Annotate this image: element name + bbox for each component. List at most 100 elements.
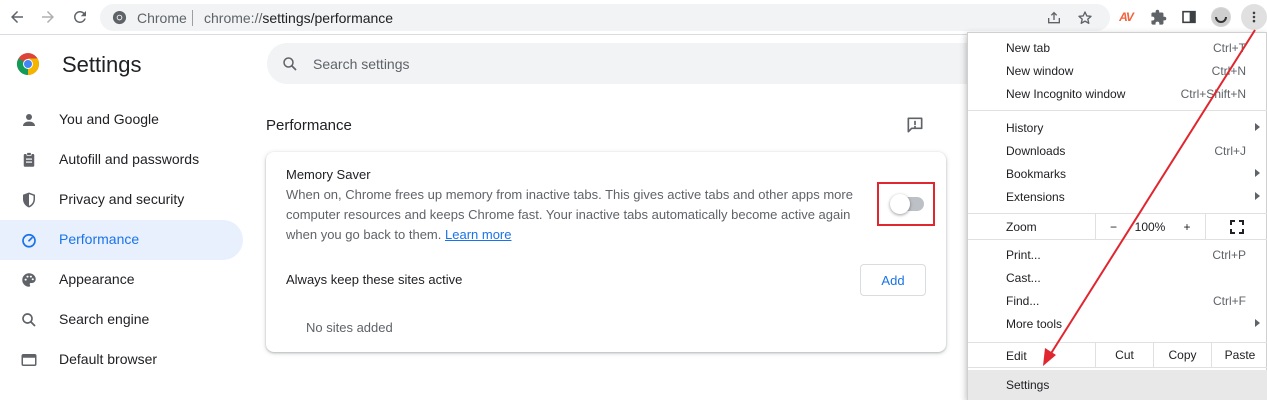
- memory-saver-title: Memory Saver: [286, 167, 371, 182]
- sidebar-item-label: Default browser: [59, 351, 158, 367]
- url-scheme: chrome://: [204, 10, 263, 26]
- menu-item-extensions[interactable]: Extensions: [968, 186, 1267, 209]
- menu-item-shortcut: Ctrl+Shift+N: [1180, 87, 1246, 101]
- always-active-label: Always keep these sites active: [286, 272, 463, 287]
- menu-item-bookmarks[interactable]: Bookmarks: [968, 163, 1267, 186]
- menu-edit-row: Edit Cut Copy Paste: [968, 343, 1267, 367]
- section-title: Performance: [266, 117, 352, 134]
- url-path: settings/performance: [262, 10, 394, 26]
- submenu-arrow-icon: [1255, 169, 1260, 177]
- sidebar-item-appearance[interactable]: Appearance: [0, 260, 243, 300]
- menu-item-shortcut: Ctrl+P: [1212, 248, 1246, 262]
- puzzle-icon[interactable]: [1148, 7, 1168, 27]
- menu-item-shortcut: Ctrl+F: [1213, 294, 1246, 308]
- reload-icon[interactable]: [69, 6, 91, 28]
- menu-item-label: Edit: [1006, 349, 1027, 363]
- address-divider: [192, 10, 193, 26]
- menu-item-label: New window: [1006, 64, 1074, 78]
- browser-toolbar: Chrome chrome://settings/performance AV: [0, 0, 1267, 35]
- menu-item-label: Zoom: [1006, 220, 1037, 234]
- zoom-in-button[interactable]: +: [1169, 214, 1205, 239]
- menu-item-label: Print...: [1006, 248, 1041, 262]
- menu-item-shortcut: Ctrl+J: [1214, 144, 1246, 158]
- menu-item-history[interactable]: History: [968, 117, 1267, 140]
- menu-item-downloads[interactable]: Downloads Ctrl+J: [968, 140, 1267, 163]
- menu-item-new-incognito[interactable]: New Incognito window Ctrl+Shift+N: [968, 83, 1267, 106]
- sidebar-item-label: Privacy and security: [59, 191, 185, 207]
- side-panel-icon[interactable]: [1179, 7, 1199, 27]
- palette-icon: [19, 270, 39, 290]
- sidebar-item-label: Autofill and passwords: [59, 151, 200, 167]
- av-badge-text: AV: [1119, 10, 1134, 24]
- memory-saver-description-text: When on, Chrome frees up memory from ina…: [286, 187, 853, 242]
- bookmark-star-icon[interactable]: [1076, 9, 1094, 27]
- zoom-level: 100%: [1134, 219, 1166, 234]
- fullscreen-icon: [1230, 219, 1244, 234]
- no-sites-text: No sites added: [306, 320, 393, 335]
- person-icon: [19, 110, 39, 130]
- performance-card: Memory Saver When on, Chrome frees up me…: [266, 152, 946, 352]
- menu-item-find[interactable]: Find... Ctrl+F: [968, 290, 1267, 313]
- sidebar-item-default-browser[interactable]: Default browser: [0, 340, 243, 380]
- menu-item-label: Settings: [1006, 378, 1050, 392]
- forward-arrow-icon[interactable]: [37, 6, 59, 28]
- menu-item-more-tools[interactable]: More tools: [968, 313, 1267, 336]
- clipboard-icon: [19, 150, 39, 170]
- sidebar-item-performance[interactable]: Performance: [0, 220, 243, 260]
- chrome-menu-button[interactable]: [1241, 4, 1267, 30]
- menu-item-label: History: [1006, 121, 1044, 135]
- menu-item-cast[interactable]: Cast...: [968, 267, 1267, 290]
- learn-more-link[interactable]: Learn more: [445, 227, 511, 242]
- av-extension-icon[interactable]: AV: [1116, 7, 1136, 27]
- add-site-button[interactable]: Add: [860, 264, 926, 296]
- zoom-out-button[interactable]: −: [1095, 214, 1131, 239]
- site-label: Chrome: [137, 10, 187, 26]
- sidebar-item-you-and-google[interactable]: You and Google: [0, 100, 243, 140]
- menu-item-shortcut: Ctrl+N: [1211, 64, 1246, 78]
- menu-item-new-window[interactable]: New window Ctrl+N: [968, 60, 1267, 83]
- settings-search[interactable]: [267, 43, 987, 84]
- search-icon: [281, 55, 299, 73]
- menu-item-label: Downloads: [1006, 144, 1066, 158]
- browser-window-icon: [19, 350, 39, 370]
- feedback-icon[interactable]: [905, 115, 925, 135]
- chrome-menu: New tab Ctrl+T New window Ctrl+N New Inc…: [967, 32, 1267, 400]
- sidebar-item-search-engine[interactable]: Search engine: [0, 300, 243, 340]
- submenu-arrow-icon: [1255, 319, 1260, 327]
- sidebar-item-privacy[interactable]: Privacy and security: [0, 180, 243, 220]
- page-title: Settings: [62, 52, 142, 77]
- menu-item-settings[interactable]: Settings: [968, 370, 1267, 400]
- sidebar-item-label: Appearance: [59, 271, 135, 287]
- address-bar[interactable]: Chrome chrome://settings/performance: [100, 4, 1110, 31]
- menu-item-label: Cast...: [1006, 271, 1041, 285]
- share-icon[interactable]: [1045, 9, 1063, 27]
- menu-item-label: Extensions: [1006, 190, 1065, 204]
- menu-separator: [968, 239, 1267, 240]
- menu-item-label: New tab: [1006, 41, 1051, 55]
- toggle-knob: [890, 194, 910, 214]
- chrome-site-icon: [112, 10, 127, 25]
- speedometer-icon: [19, 230, 39, 250]
- copy-button[interactable]: Copy: [1153, 343, 1211, 367]
- fullscreen-button[interactable]: [1205, 214, 1267, 239]
- menu-item-label: More tools: [1006, 317, 1063, 331]
- cut-button[interactable]: Cut: [1095, 343, 1153, 367]
- memory-saver-toggle[interactable]: [890, 194, 924, 214]
- shield-icon: [19, 190, 39, 210]
- back-arrow-icon[interactable]: [6, 6, 28, 28]
- sidebar-item-label: Search engine: [59, 311, 150, 327]
- submenu-arrow-icon: [1255, 123, 1260, 131]
- menu-item-print[interactable]: Print... Ctrl+P: [968, 244, 1267, 267]
- chrome-logo-icon: [16, 52, 40, 76]
- menu-item-label: New Incognito window: [1006, 87, 1126, 101]
- menu-zoom-row: Zoom − 100% +: [968, 214, 1267, 239]
- paste-button[interactable]: Paste: [1211, 343, 1267, 367]
- kebab-menu-icon: [1252, 11, 1256, 23]
- search-input[interactable]: [313, 43, 913, 84]
- sidebar-item-autofill[interactable]: Autofill and passwords: [0, 140, 243, 180]
- profile-avatar-icon[interactable]: [1211, 7, 1231, 27]
- url-text: chrome://settings/performance: [204, 10, 393, 26]
- sidebar-item-label: You and Google: [59, 111, 159, 127]
- menu-item-new-tab[interactable]: New tab Ctrl+T: [968, 37, 1267, 60]
- sidebar-item-label: Performance: [59, 231, 140, 247]
